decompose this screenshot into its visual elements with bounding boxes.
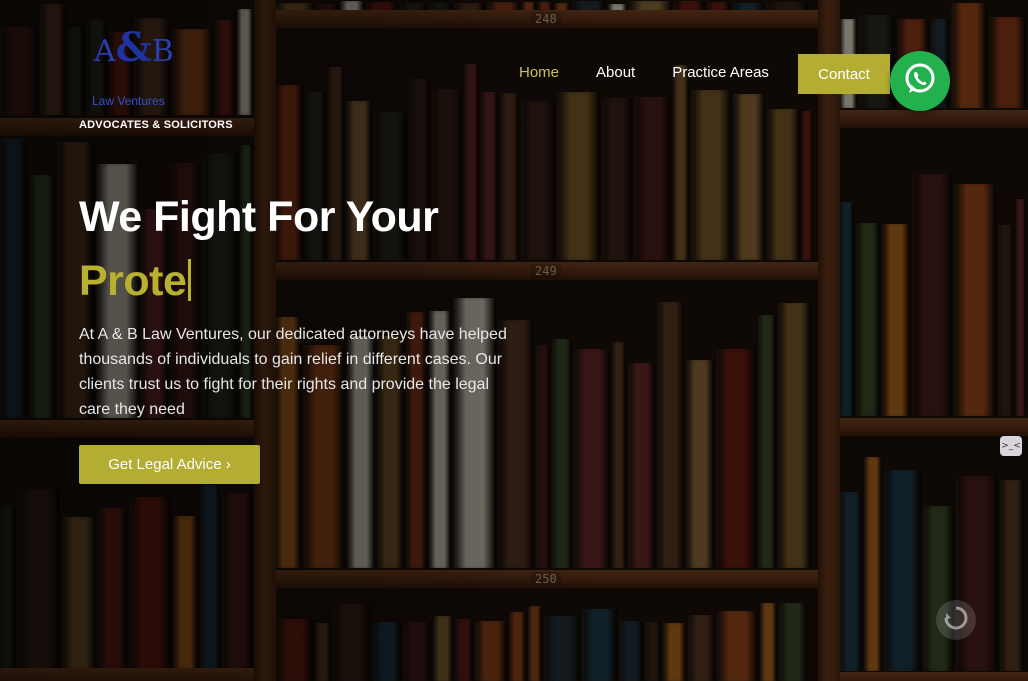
logo-name: Law Ventures: [92, 94, 165, 108]
typing-caret: [188, 259, 192, 301]
chat-widget-button[interactable]: >_<: [1000, 436, 1022, 456]
nav-home[interactable]: Home: [519, 64, 559, 81]
whatsapp-button[interactable]: [890, 51, 950, 111]
recaptcha-icon: [943, 605, 969, 635]
recaptcha-badge[interactable]: [936, 600, 976, 640]
nav-practice-areas[interactable]: Practice Areas: [672, 64, 769, 81]
typed-word: Prote: [79, 257, 187, 305]
logo[interactable]: A&B Law Ventures: [88, 28, 174, 110]
nav-about[interactable]: About: [596, 64, 635, 81]
hero-title: We Fight For Your: [79, 193, 439, 241]
main-nav: Home About Practice Areas: [519, 64, 806, 81]
logo-monogram: A&B: [94, 24, 174, 71]
page: 248 249 250 A&B Law Ventures ADVOCATES &…: [0, 0, 1028, 681]
hero-description: At A & B Law Ventures, our dedicated att…: [79, 326, 507, 418]
chat-widget-icon: >_<: [1001, 441, 1021, 451]
get-legal-advice-button[interactable]: Get Legal Advice ›: [79, 445, 260, 484]
whatsapp-icon: [901, 60, 939, 102]
contact-button[interactable]: Contact: [798, 54, 890, 94]
brand-tagline: ADVOCATES & SOLICITORS: [79, 119, 233, 131]
hero-typed-text: Prote: [79, 250, 192, 312]
